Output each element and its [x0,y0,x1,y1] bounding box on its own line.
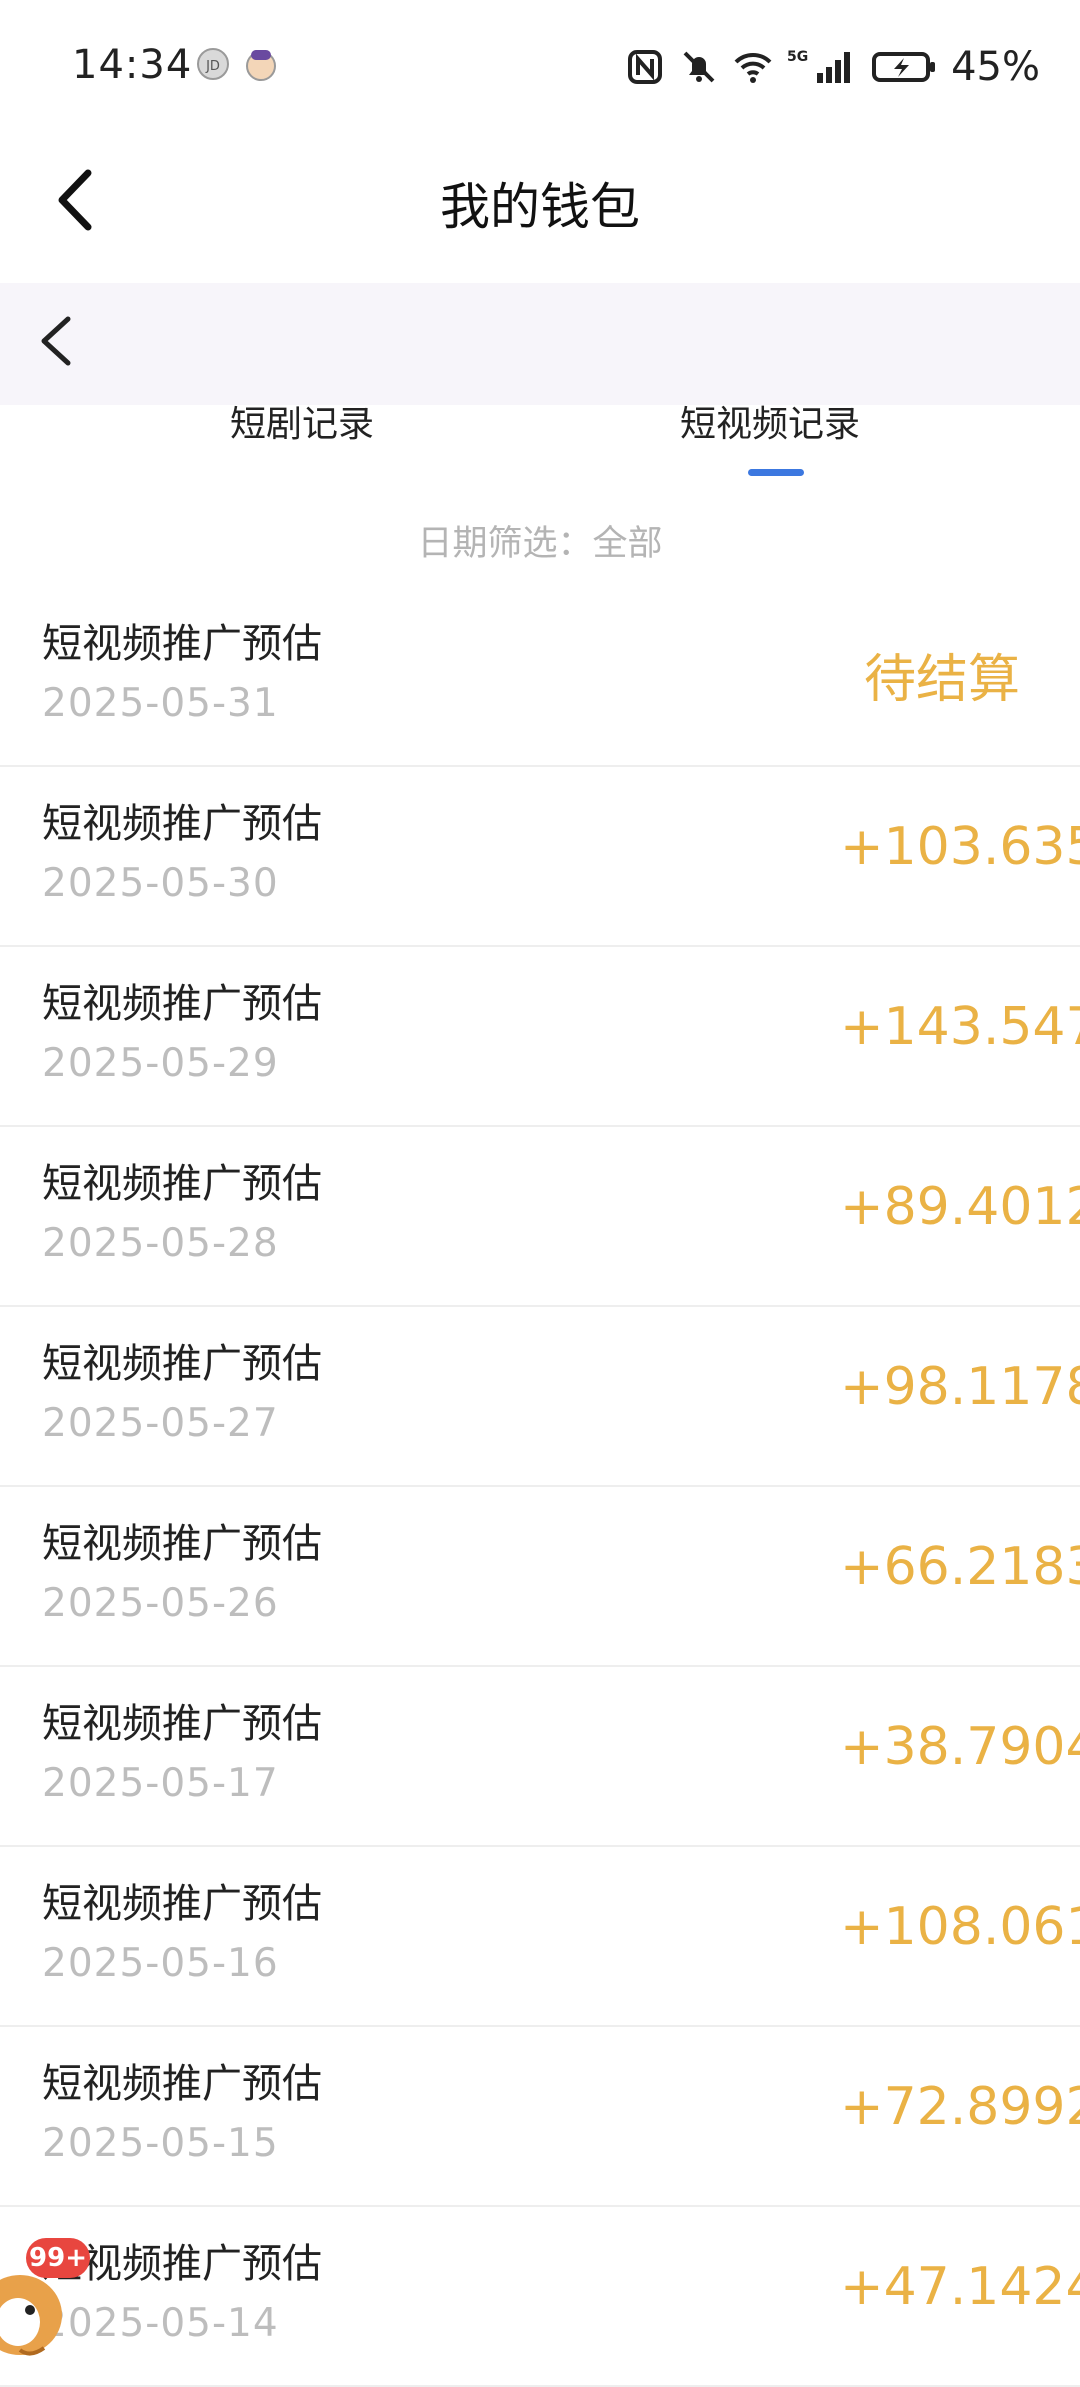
list-item[interactable]: 短视频推广预估 2025-05-28 +89.4012 [0,1127,1080,1307]
app-notification-icon: JD [195,46,231,82]
list-item[interactable]: 短视频推广预估 2025-05-31 待结算 [0,587,1080,767]
list-item[interactable]: 短视频推广预估 2025-05-16 +108.0618 [0,1847,1080,2027]
wifi-icon [733,47,773,87]
tab-short-video-records[interactable]: 短视频记录 [680,395,860,447]
chevron-left-icon [41,316,71,366]
sub-navigation-bar [0,283,1080,405]
tab-short-drama-records[interactable]: 短剧记录 [230,395,374,447]
record-title: 短视频推广预估 [42,621,322,667]
battery-charging-icon [871,47,937,87]
record-amount: +89.4012 [840,1177,1080,1237]
svg-text:JD: JD [205,59,220,74]
list-item[interactable]: 短视频推广预估 2025-05-17 +38.7904 [0,1667,1080,1847]
app-notification-icon [243,46,279,82]
svg-text:5G: 5G [787,49,808,65]
mute-icon [679,47,719,87]
record-tabs: 短剧记录 短视频记录 [0,395,1080,485]
page-title: 我的钱包 [440,178,640,236]
record-amount: +66.2183 [840,1537,1080,1597]
notification-badge: 99+ [26,2238,90,2278]
signal-icon: 5G [787,47,857,87]
record-amount: +47.1424 [840,2257,1080,2317]
record-amount: +72.8992 [840,2077,1080,2137]
list-item[interactable]: 短视频推广预估 2025-05-14 +47.1424 [0,2207,1080,2387]
secondary-back-button[interactable] [36,311,76,371]
list-item[interactable]: 短视频推广预估 2025-05-26 +66.2183 [0,1487,1080,1667]
list-item[interactable]: 短视频推广预估 2025-05-29 +143.5470 [0,947,1080,1127]
status-icons: 5G 45% [625,44,1040,90]
status-time: 14:34 [72,42,193,88]
record-status: 待结算 [864,650,1021,710]
record-amount: +103.6350 [840,817,1080,877]
record-amount: +38.7904 [840,1717,1080,1777]
date-filter[interactable]: 日期筛选：全部 [0,515,1080,566]
notification-icons: JD [195,46,279,82]
records-list: 短视频推广预估 2025-05-31 待结算 短视频推广预估 2025-05-3… [0,587,1080,2387]
active-tab-indicator [748,469,804,476]
record-amount: +98.1178 [840,1357,1080,1417]
header: 我的钱包 [0,135,1080,265]
list-item[interactable]: 短视频推广预估 2025-05-30 +103.6350 [0,767,1080,947]
record-date: 2025-05-31 [42,681,279,726]
nfc-icon [625,47,665,87]
record-amount: +143.5470 [840,997,1080,1057]
status-bar: 14:34 JD 5G 45% [0,0,1080,135]
list-item[interactable]: 短视频推广预估 2025-05-27 +98.1178 [0,1307,1080,1487]
list-item[interactable]: 短视频推广预估 2025-05-15 +72.8992 [0,2027,1080,2207]
battery-percentage: 45% [951,44,1040,90]
record-amount: +108.0618 [840,1897,1080,1957]
